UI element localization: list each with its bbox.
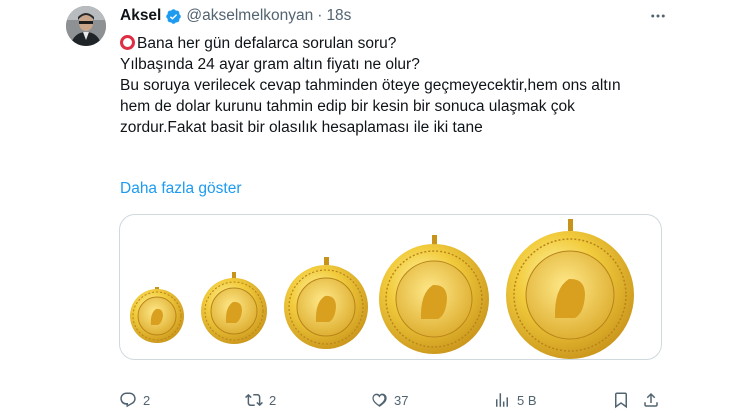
tweet-text-line: Bana her gün defalarca sorulan soru? <box>120 33 670 54</box>
gold-coin <box>201 272 267 344</box>
like-count: 37 <box>394 392 409 408</box>
retweet-icon <box>245 393 263 407</box>
red-circle-icon <box>120 35 135 50</box>
tweet-text: Bana her gün defalarca sorulan soru? Yıl… <box>120 33 670 138</box>
bookmark-icon <box>615 392 627 409</box>
gold-coin <box>284 257 368 349</box>
gold-coin <box>379 235 489 354</box>
share-icon <box>644 392 658 407</box>
share-button[interactable] <box>642 388 660 412</box>
views-button[interactable]: 5 B <box>493 388 537 412</box>
tweet-header: Aksel @akselmelkonyan · 18s <box>120 6 351 26</box>
show-more-link[interactable]: Daha fazla göster <box>120 180 242 198</box>
timestamp[interactable]: 18s <box>326 7 351 25</box>
reply-count: 2 <box>143 392 151 408</box>
more-options-icon[interactable] <box>648 6 668 26</box>
reply-icon <box>120 392 136 408</box>
gold-coin <box>130 287 184 343</box>
gold-coin <box>506 219 634 359</box>
views-chart-icon <box>496 393 508 407</box>
avatar-photo <box>66 6 106 46</box>
retweet-button[interactable]: 2 <box>245 388 276 412</box>
tweet-actions: 2 2 37 5 B <box>0 388 730 412</box>
tweet-text-line: hem de dolar kurunu tahmin edip bir kesi… <box>120 98 575 115</box>
verified-badge-icon[interactable] <box>165 8 182 25</box>
tweet-text-line: Yılbaşında 24 ayar gram altın fiyatı ne … <box>120 56 420 73</box>
author-name[interactable]: Aksel <box>120 7 161 25</box>
retweet-count: 2 <box>269 392 277 408</box>
author-handle[interactable]: @akselmelkonyan <box>186 7 313 25</box>
gold-coins-image <box>130 219 634 359</box>
separator-dot: · <box>317 7 323 24</box>
tweet-text-line: Bu soruya verilecek cevap tahminden ötey… <box>120 77 621 94</box>
tweet-text-line-content: Bana her gün defalarca sorulan soru? <box>137 35 397 52</box>
tweet-text-line: zordur.Fakat basit bir olasılık hesaplam… <box>120 119 483 136</box>
avatar[interactable] <box>66 6 106 46</box>
like-button[interactable]: 37 <box>370 388 408 412</box>
heart-icon <box>372 393 387 407</box>
views-count: 5 B <box>517 392 537 408</box>
reply-button[interactable]: 2 <box>119 388 150 412</box>
bookmark-button[interactable] <box>612 388 630 412</box>
tweet-media-image[interactable] <box>119 214 662 360</box>
